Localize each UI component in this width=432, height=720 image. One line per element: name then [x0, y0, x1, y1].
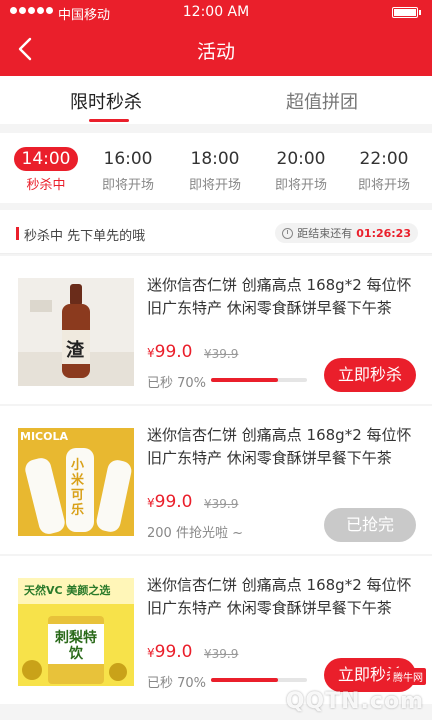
bottle-label: 小米可乐 [71, 458, 85, 518]
brand-text: MICOLA [20, 430, 68, 443]
slot-time: 22:00 [359, 149, 409, 169]
clock-time: 12:00 AM [182, 4, 250, 20]
page-title: 活动 [196, 41, 235, 63]
slot-state: 秒杀中 [26, 178, 66, 193]
can-label: 刺梨特饮 [55, 630, 97, 662]
slot-state: 即将开场 [357, 178, 410, 193]
product-price: ¥99.0 [147, 642, 193, 662]
time-slot-bar: 14:00 秒杀中 16:00 即将开场 18:00 即将开场 20:00 即将… [0, 133, 432, 203]
original-price: ¥39.9 [204, 497, 239, 511]
status-bar: 中国移动 12:00 AM [0, 0, 432, 24]
sold-out-button[interactable]: 已抢完 [324, 508, 416, 542]
slot-time: 14:00 [14, 147, 78, 171]
countdown-label: 距结束还有 [297, 227, 353, 240]
time-slot[interactable]: 14:00 秒杀中 [6, 147, 86, 193]
product-title: 迷你信杏仁饼 创痛高点 168g*2 每位怀旧广东特产 休闲零食酥饼早餐下午茶 [147, 426, 412, 467]
product-card[interactable]: MICOLA 小米可乐 迷你信杏仁饼 创痛高点 168g*2 每位怀旧广东特产 … [0, 406, 432, 554]
original-price: ¥39.9 [204, 647, 239, 661]
slot-state: 即将开场 [188, 178, 241, 193]
watermark-word: QQTN.com [285, 689, 424, 714]
product-card[interactable]: 渣 迷你信杏仁饼 创痛高点 168g*2 每位怀旧广东特产 休闲零食酥饼早餐下午… [0, 256, 432, 404]
product-title: 迷你信杏仁饼 创痛高点 168g*2 每位怀旧广东特产 休闲零食酥饼早餐下午茶 [147, 576, 412, 617]
slot-state: 即将开场 [101, 178, 154, 193]
sold-progress-bar [211, 378, 307, 382]
tab-bar: 限时秒杀 超值拼团 [0, 76, 432, 124]
sold-progress-fill [211, 378, 279, 382]
time-slot[interactable]: 20:00 即将开场 [261, 147, 341, 193]
tab-group-buy[interactable]: 超值拼团 [286, 88, 358, 114]
buy-now-button[interactable]: 立即秒杀 [324, 358, 416, 392]
sold-status: 200 件抢光啦 ~ [147, 526, 243, 541]
section-label: 秒杀中 先下单先的哦 [24, 229, 146, 244]
product-price: ¥99.0 [147, 342, 193, 362]
time-slot[interactable]: 22:00 即将开场 [344, 147, 424, 193]
clock-icon [282, 227, 294, 239]
tab-indicator [89, 119, 129, 122]
battery-icon [392, 7, 421, 18]
countdown-value: 01:26:23 [356, 226, 411, 240]
product-image: MICOLA 小米可乐 [18, 428, 134, 536]
product-title: 迷你信杏仁饼 创痛高点 168g*2 每位怀旧广东特产 休闲零食酥饼早餐下午茶 [147, 276, 412, 317]
time-slot[interactable]: 18:00 即将开场 [175, 147, 255, 193]
slot-time: 16:00 [103, 149, 153, 169]
watermark-badge: 腾牛网 [390, 668, 426, 685]
header-bar: 中国移动 12:00 AM 活动 [0, 0, 432, 76]
sold-progress-bar [211, 678, 307, 682]
product-image: 天然VC 美颜之选 刺梨特饮 [18, 578, 134, 686]
watermark-logo: 腾牛网 QQTN.com [286, 668, 428, 716]
ad-headline: 天然VC 美颜之选 [24, 584, 111, 597]
bottle-label: 渣 [66, 340, 84, 361]
section-marker [16, 227, 19, 240]
slot-state: 即将开场 [274, 178, 327, 193]
sold-status: 已秒 70% [147, 676, 207, 691]
time-slot[interactable]: 16:00 即将开场 [88, 147, 168, 193]
slot-time: 20:00 [276, 149, 326, 169]
original-price: ¥39.9 [204, 347, 239, 361]
sold-progress-fill [211, 678, 279, 682]
product-image: 渣 [18, 278, 134, 386]
section-header: 秒杀中 先下单先的哦 距结束还有 01:26:23 [0, 210, 432, 254]
product-price: ¥99.0 [147, 492, 193, 512]
tab-flash-sale[interactable]: 限时秒杀 [70, 88, 142, 114]
slot-time: 18:00 [190, 149, 240, 169]
countdown-badge: 距结束还有 01:26:23 [275, 223, 418, 243]
sold-status: 已秒 70% [147, 376, 207, 391]
